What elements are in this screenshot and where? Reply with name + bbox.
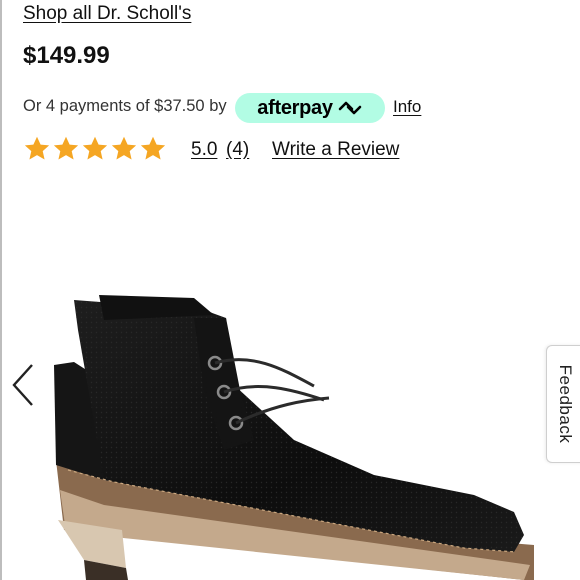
afterpay-badge[interactable]: afterpay	[235, 93, 385, 123]
review-count-link[interactable]: (4)	[226, 139, 249, 161]
star-rating[interactable]	[23, 135, 167, 163]
chevron-left-icon[interactable]	[8, 362, 38, 408]
feedback-label: Feedback	[556, 364, 575, 444]
left-border	[0, 0, 2, 580]
star-icon	[53, 136, 79, 160]
write-review-link[interactable]: Write a Review	[272, 139, 399, 161]
afterpay-wordmark: afterpay	[257, 96, 333, 119]
afterpay-info-link[interactable]: Info	[393, 97, 421, 117]
rating-value-link[interactable]: 5.0	[191, 139, 217, 161]
installments-text: Or 4 payments of $37.50 by	[23, 97, 227, 115]
product-image	[54, 295, 534, 580]
afterpay-logo-icon	[338, 101, 362, 115]
star-icon	[24, 136, 50, 160]
star-icon	[111, 136, 137, 160]
product-price: $149.99	[23, 42, 110, 69]
shop-brand-link[interactable]: Shop all Dr. Scholl's	[23, 3, 191, 25]
feedback-tab[interactable]: Feedback	[546, 345, 580, 463]
star-icon	[140, 136, 166, 160]
star-icon	[82, 136, 108, 160]
